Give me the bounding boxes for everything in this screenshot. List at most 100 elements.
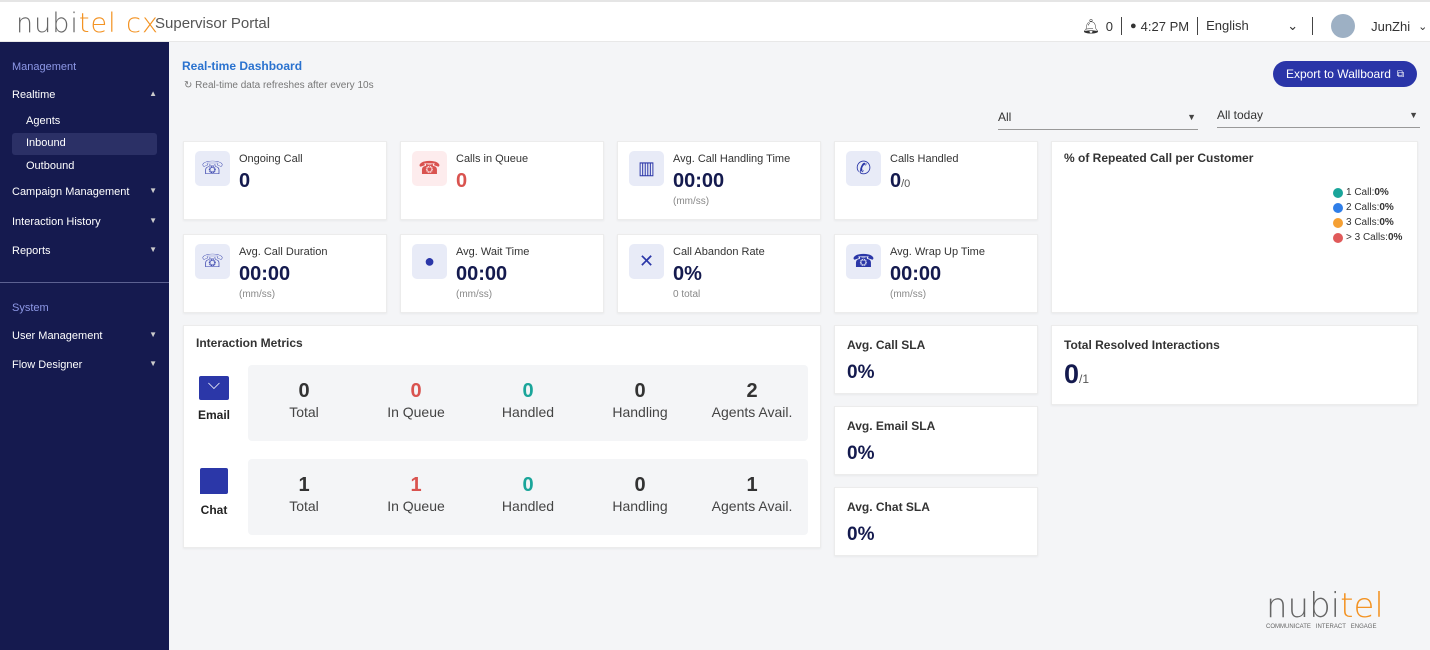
kpi-card: ☎ Avg. Wrap Up Time 00:00 (mm/ss) — [834, 234, 1038, 313]
chevron-up-icon: ▲ — [149, 89, 157, 98]
metric-label: Agents Avail. — [711, 498, 793, 514]
total-resolved-title: Total Resolved Interactions — [1064, 338, 1220, 352]
chevron-down-icon: ▼ — [149, 245, 157, 254]
sla-value: 0% — [847, 362, 875, 383]
phone-hand-icon: ☎ — [846, 244, 881, 279]
label: Campaign Management — [12, 186, 130, 198]
metric-label: In Queue — [387, 404, 445, 420]
clock-icon: ● — [1130, 20, 1137, 32]
page-title: Real-time Dashboard — [182, 59, 303, 73]
sidebar-item-agents[interactable]: Agents — [26, 115, 60, 127]
sla-label: Avg. Chat SLA — [847, 500, 930, 514]
legend-label: 2 Calls: — [1346, 202, 1380, 213]
kpi-value: 0 — [890, 170, 902, 192]
metric-value: 1 — [410, 474, 422, 496]
kpi-value: 0% — [673, 263, 702, 285]
language-select[interactable]: English ⌄ — [1206, 18, 1298, 34]
chevron-down-icon: ▼ — [149, 216, 157, 225]
label: Reports — [12, 245, 51, 257]
metric-cell: 2 Agents Avail. — [696, 365, 808, 441]
metric-cell: 0 In Queue — [360, 365, 472, 441]
metric-cell: 0 Handling — [584, 365, 696, 441]
sidebar-item-realtime[interactable]: Realtime ▲ — [12, 89, 157, 101]
legend-label: 3 Calls: — [1346, 217, 1380, 228]
dropdown-arrow-icon: ▼ — [1409, 110, 1418, 120]
metric-label: Handled — [501, 404, 555, 420]
sidebar-item-inbound[interactable]: Inbound — [26, 137, 66, 149]
label: Interaction History — [12, 216, 101, 228]
chat-metrics-row: 1 Total 1 In Queue 0 Handled 0 Handling 1 Agents … — [248, 459, 808, 535]
label: User Management — [12, 330, 103, 342]
interaction-metrics-card: Interaction Metrics ⌵ Email 0 Total 0 In Qu… — [183, 325, 821, 548]
total-resolved-suffix: /1 — [1079, 372, 1090, 386]
kpi-value: 0 — [456, 170, 468, 192]
legend-value: 0% — [1374, 187, 1389, 198]
user-name[interactable]: JunZhi — [1371, 19, 1410, 34]
language-value: English — [1206, 18, 1249, 33]
legend-label: > 3 Calls: — [1346, 232, 1388, 243]
dropdown-arrow-icon: ▼ — [1187, 112, 1196, 122]
sidebar-item-outbound[interactable]: Outbound — [26, 160, 74, 172]
legend-dot — [1333, 232, 1343, 243]
metric-label: Total — [289, 404, 319, 420]
kpi-subtext: (mm/ss) — [456, 289, 493, 300]
metric-label: Handling — [612, 404, 668, 420]
legend-value: 0% — [1379, 202, 1394, 213]
kpi-subtext: (mm/ss) — [890, 289, 927, 300]
chevron-down-icon[interactable]: ⌄ — [1418, 20, 1427, 33]
metric-value: 0 — [634, 380, 646, 402]
bell-icon[interactable]: 🔔︎ — [1082, 18, 1100, 35]
metric-value: 1 — [298, 474, 310, 496]
legend-item: > 3 Calls: 0% — [1333, 232, 1402, 243]
kpi-card: ☎ Calls in Queue 0 — [400, 141, 604, 220]
kpi-card: ✆ Calls Handled 0/0 — [834, 141, 1038, 220]
footer-tagline: COMMUNICATE INTERACT ENGAGE — [1266, 624, 1377, 630]
metric-cell: 1 Agents Avail. — [696, 459, 808, 535]
kpi-label: Avg. Wait Time — [456, 246, 530, 258]
sidebar: Management Realtime ▲ Agents Inbound Outb… — [0, 42, 169, 650]
kpi-value: 0 — [239, 170, 251, 192]
sidebar-item-interaction-history[interactable]: Interaction History ▼ — [12, 216, 157, 228]
user-clock-icon: ● — [412, 244, 447, 279]
kpi-subtext: (mm/ss) — [239, 289, 276, 300]
metric-value: 2 — [746, 380, 758, 402]
export-label: Export to Wallboard — [1285, 67, 1391, 81]
metric-value: 1 — [746, 474, 758, 496]
nubitel-cx-logo: nubitel cx — [16, 8, 159, 39]
phone-hangup-icon: ☎ — [412, 151, 447, 186]
sidebar-item-user-management[interactable]: User Management ▼ — [12, 330, 157, 342]
chevron-down-icon: ▼ — [149, 186, 157, 195]
sidebar-item-flow-designer[interactable]: Flow Designer ▼ — [12, 359, 157, 371]
email-icon: ⌵ — [199, 376, 229, 400]
sidebar-section-system: System — [12, 302, 49, 314]
export-icon: ⧉ — [1396, 68, 1405, 80]
label: Flow Designer — [12, 359, 83, 371]
sla-value: 0% — [847, 524, 875, 545]
kpi-value: 00:00 — [673, 170, 725, 192]
sla-card: Avg. Email SLA 0% — [834, 406, 1038, 475]
metric-cell: 0 Handled — [472, 365, 584, 441]
avatar[interactable] — [1331, 14, 1356, 38]
total-resolved-value: 0 — [1064, 359, 1080, 389]
interaction-metrics-title: Interaction Metrics — [196, 336, 303, 350]
email-metrics-row: 0 Total 0 In Queue 0 Handled 0 Handling 2 Agents … — [248, 365, 808, 441]
export-to-wallboard-button[interactable]: Export to Wallboard ⧉ — [1273, 61, 1417, 87]
kpi-label: Calls Handled — [890, 153, 959, 165]
phone-ringing-icon: ☏ — [195, 151, 230, 186]
filter-select[interactable]: All ▼ — [998, 110, 1198, 130]
kpi-card: ☏ Avg. Call Duration 00:00 (mm/ss) — [183, 234, 387, 313]
chevron-down-icon: ⌄ — [1287, 18, 1299, 33]
sidebar-item-campaign-management[interactable]: Campaign Management ▼ — [12, 186, 157, 198]
kpi-value: 00:00 — [456, 263, 508, 285]
sidebar-item-reports[interactable]: Reports ▼ — [12, 245, 157, 257]
metric-value: 0 — [522, 380, 534, 402]
kpi-label: Avg. Wrap Up Time — [890, 246, 985, 258]
repeated-call-title: % of Repeated Call per Customer — [1064, 151, 1254, 165]
sidebar-section-management: Management — [12, 61, 77, 73]
metric-value: 0 — [298, 380, 310, 402]
filter-value: All — [998, 110, 1012, 124]
date-range-select[interactable]: All today ▼ — [1217, 108, 1420, 128]
legend-label: 1 Call: — [1346, 187, 1375, 198]
sla-label: Avg. Call SLA — [847, 338, 926, 352]
email-label: Email — [197, 408, 230, 422]
